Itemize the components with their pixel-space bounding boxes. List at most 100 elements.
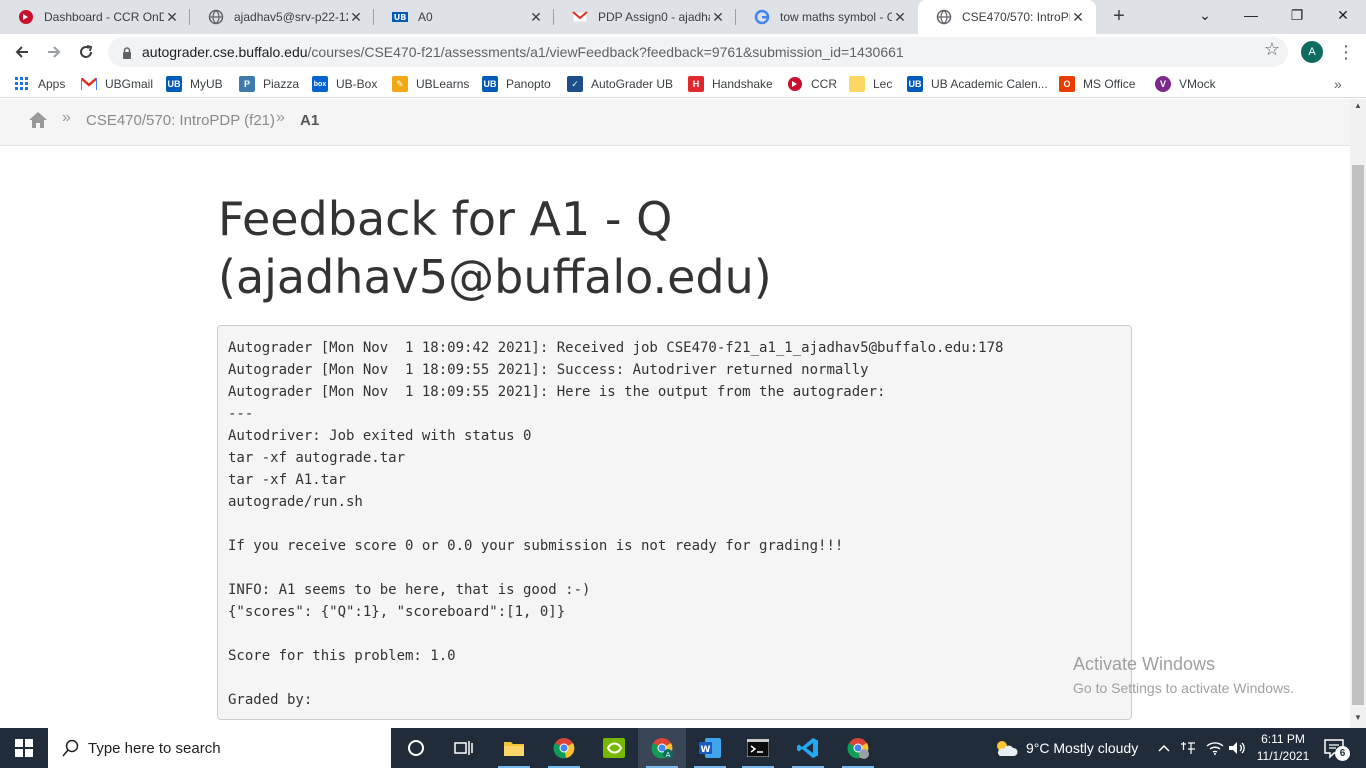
reload-button[interactable] (72, 38, 100, 66)
gmail-icon (572, 9, 588, 25)
close-tab-icon[interactable]: ✕ (348, 9, 364, 25)
bookmark-vmock[interactable]: V VMock (1155, 70, 1216, 98)
bookmark-label: Apps (38, 77, 66, 91)
bookmark-ublearns[interactable]: ✎ UBLearns (392, 70, 469, 98)
tab-google-search[interactable]: tow maths symbol - G ✕ (736, 0, 918, 34)
chrome-secondary-icon[interactable] (834, 728, 882, 768)
minimize-button[interactable]: — (1228, 0, 1274, 30)
address-bar[interactable]: autograder.cse.buffalo.edu/courses/CSE47… (108, 37, 1288, 67)
close-tab-icon[interactable]: ✕ (164, 9, 180, 25)
close-tab-icon[interactable]: ✕ (528, 9, 544, 25)
volume-icon[interactable] (1228, 728, 1246, 768)
bookmark-label: UBLearns (416, 77, 470, 91)
bookmark-lec[interactable]: Lec (849, 70, 892, 98)
tab-ssh[interactable]: ajadhav5@srv-p22-12 ✕ (190, 0, 374, 34)
breadcrumb-course-link[interactable]: CSE470/570: IntroPDP (f21) (86, 112, 275, 129)
svg-text:W: W (701, 745, 711, 755)
scroll-down-arrow-icon[interactable]: ▼ (1354, 713, 1362, 722)
output-line: autograde/run.sh (228, 494, 363, 510)
bookmark-label: MyUB (190, 77, 223, 91)
tab-pdp-assign0[interactable]: PDP Assign0 - ajadhav ✕ (554, 0, 736, 34)
bookmark-panopto[interactable]: UB Panopto (482, 70, 551, 98)
output-line: Autograder [Mon Nov 1 18:09:42 2021]: Re… (228, 340, 1004, 356)
bookmark-label: Panopto (506, 77, 551, 91)
start-button[interactable] (0, 728, 48, 768)
page-viewport: » CSE470/570: IntroPDP (f21) » A1 Feedba… (0, 99, 1350, 728)
input-method-icon[interactable] (1180, 728, 1196, 768)
output-line: tar -xf A1.tar (228, 472, 347, 488)
nvidia-icon[interactable] (590, 728, 638, 768)
windows-taskbar: Type here to search A W 9°C Mostly cloud… (0, 728, 1366, 768)
bookmark-myub[interactable]: UB MyUB (166, 70, 223, 98)
output-line: Score for this problem: 1.0 (228, 648, 456, 664)
clock-time: 6:11 PM (1261, 732, 1305, 746)
browser-menu-icon[interactable]: ⋮ (1336, 38, 1356, 66)
close-tab-icon[interactable]: ✕ (710, 9, 726, 25)
forward-button[interactable] (40, 38, 68, 66)
tab-search-chevron-icon[interactable]: ⌄ (1182, 0, 1228, 30)
search-icon (62, 739, 80, 757)
bookmark-autograder[interactable]: ✓ AutoGrader UB (567, 70, 673, 98)
back-button[interactable] (8, 38, 36, 66)
output-line: Autograder [Mon Nov 1 18:09:55 2021]: Su… (228, 362, 869, 378)
output-line: --- (228, 406, 254, 422)
task-view-icon[interactable] (440, 728, 488, 768)
restore-button[interactable]: ❐ (1274, 0, 1320, 30)
close-tab-icon[interactable]: ✕ (1070, 9, 1086, 25)
bookmark-apps[interactable]: Apps (14, 70, 65, 98)
globe-icon (208, 9, 224, 25)
bookmark-label: UB-Box (336, 77, 378, 91)
chrome-icon[interactable] (540, 728, 588, 768)
output-line: Autograder [Mon Nov 1 18:09:55 2021]: He… (228, 384, 886, 400)
office-icon: O (1059, 76, 1075, 92)
file-explorer-icon[interactable] (490, 728, 538, 768)
bookmark-star-icon[interactable]: ☆ (1262, 39, 1282, 59)
browser-toolbar: autograder.cse.buffalo.edu/courses/CSE47… (0, 34, 1366, 70)
chrome-profile-icon[interactable]: A (638, 728, 686, 768)
show-hidden-icons-chevron-icon[interactable] (1158, 728, 1170, 768)
weather-widget[interactable]: 9°C Mostly cloudy (994, 728, 1138, 768)
vscode-icon[interactable] (784, 728, 832, 768)
bookmarks-bar: Apps UBGmail UB MyUB P Piazza box UB-Box ✎ U… (0, 70, 1366, 98)
bookmark-label: AutoGrader UB (591, 77, 674, 91)
output-line: tar -xf autograde.tar (228, 450, 406, 466)
profile-avatar[interactable]: A (1301, 41, 1323, 63)
output-line: Autodriver: Job exited with status 0 (228, 428, 532, 444)
system-clock[interactable]: 6:11 PM 11/1/2021 (1252, 731, 1314, 765)
browser-tab-strip: Dashboard - CCR OnD ✕ ajadhav5@srv-p22-1… (0, 0, 1366, 34)
lock-icon (122, 46, 132, 59)
tab-label: PDP Assign0 - ajadhav (598, 10, 710, 24)
terminal-icon[interactable] (734, 728, 782, 768)
bookmark-ub-calendar[interactable]: UB UB Academic Calen... (907, 70, 1048, 98)
bookmark-ccr[interactable]: CCR (787, 70, 837, 98)
search-placeholder: Type here to search (88, 739, 221, 757)
new-tab-button[interactable]: + (1107, 6, 1131, 28)
autograder-icon: ✓ (567, 76, 583, 92)
bookmark-ubgmail[interactable]: UBGmail (81, 70, 153, 98)
vmock-icon: V (1155, 76, 1171, 92)
page-title: Feedback for A1 - Q (ajadhav5@buffalo.ed… (218, 190, 1138, 306)
close-window-button[interactable]: ✕ (1320, 0, 1366, 30)
close-tab-icon[interactable]: ✕ (892, 9, 908, 25)
tab-cse470-active[interactable]: CSE470/570: IntroPDP ✕ (918, 0, 1096, 34)
scrollbar-thumb[interactable] (1352, 165, 1364, 705)
page-scrollbar[interactable]: ▲ ▼ (1350, 99, 1366, 728)
scroll-up-arrow-icon[interactable]: ▲ (1354, 101, 1362, 110)
word-icon[interactable]: W (686, 728, 734, 768)
bookmark-piazza[interactable]: P Piazza (239, 70, 299, 98)
tab-dashboard-ccr[interactable]: Dashboard - CCR OnD ✕ (0, 0, 190, 34)
tab-a0[interactable]: UB A0 ✕ (374, 0, 554, 34)
cortana-icon[interactable] (392, 728, 440, 768)
home-icon[interactable] (28, 110, 48, 130)
wifi-icon[interactable] (1206, 728, 1224, 768)
svg-text:A: A (666, 751, 671, 759)
output-line: {"scores": {"Q":1}, "scoreboard":[1, 0]} (228, 604, 566, 620)
bookmark-handshake[interactable]: H Handshake (688, 70, 773, 98)
taskbar-search-box[interactable]: Type here to search (48, 728, 391, 768)
more-bookmarks-icon[interactable]: » (1334, 70, 1342, 98)
bookmark-ub-box[interactable]: box UB-Box (312, 70, 377, 98)
ub-icon: UB (166, 76, 182, 92)
bookmark-ms-office[interactable]: O MS Office (1059, 70, 1135, 98)
